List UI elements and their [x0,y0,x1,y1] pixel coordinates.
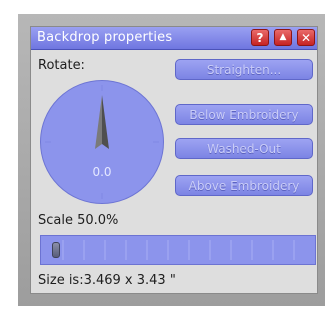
scale-slider-thumb[interactable] [52,242,61,258]
backdrop-properties-panel: Backdrop properties ? ▲ ✕ Rotate: 0.0 St [30,26,318,294]
below-embroidery-button[interactable]: Below Embroidery [175,104,313,125]
straighten-button[interactable]: Straighten... [175,59,313,80]
above-embroidery-button[interactable]: Above Embroidery [175,175,313,196]
rotation-dial[interactable]: 0.0 [40,80,164,204]
close-icon: ✕ [300,30,312,45]
rotation-value: 0.0 [92,165,112,179]
help-icon: ? [256,30,264,45]
minimize-button[interactable]: ▲ [274,29,292,46]
scale-label: Scale 50.0% [38,213,119,228]
title-bar[interactable]: Backdrop properties ? ▲ ✕ [31,27,317,50]
minimize-icon: ▲ [279,32,287,42]
washed-out-button[interactable]: Washed-Out [175,138,313,159]
scale-ticks [62,240,295,260]
dial-needle[interactable] [95,95,109,149]
close-button[interactable]: ✕ [297,29,315,46]
size-readout: Size is:3.469 x 3.43 " [38,273,176,288]
help-button[interactable]: ? [251,29,269,46]
scale-slider[interactable] [40,235,316,265]
rotate-label: Rotate: [38,58,85,73]
window-title: Backdrop properties [37,30,173,45]
